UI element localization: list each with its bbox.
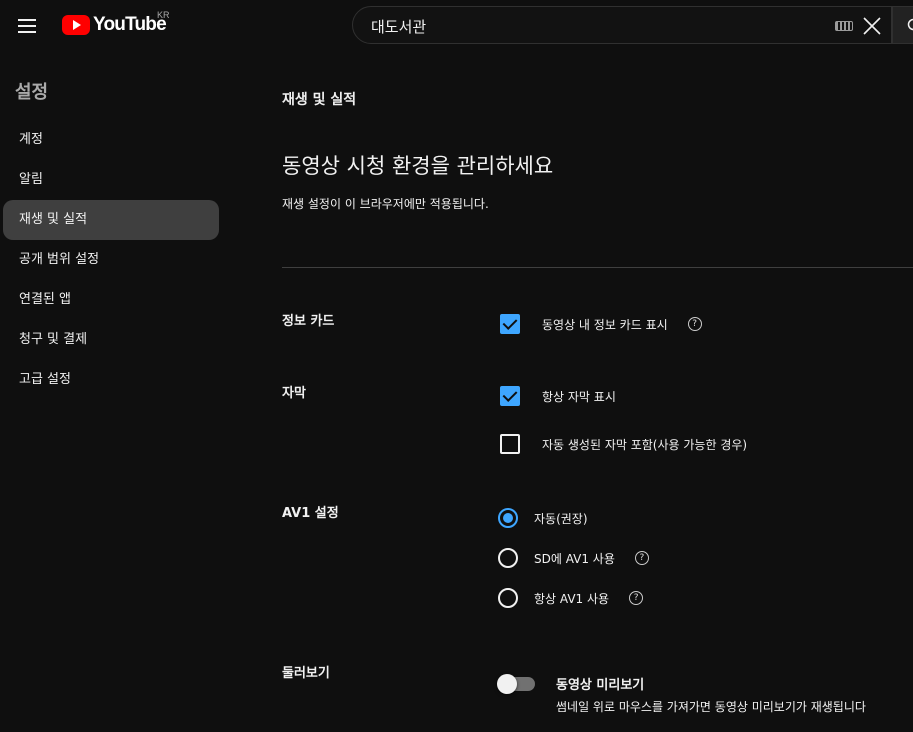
sidebar-item-billing[interactable]: 청구 및 결제 — [3, 320, 219, 360]
search-input[interactable] — [369, 7, 823, 45]
captions-label: 자막 — [282, 386, 306, 401]
region-code: KR — [157, 10, 170, 20]
preview-toggle-description: 썸네일 위로 마우스를 가져가면 동영상 미리보기가 재생됩니다 — [556, 700, 866, 714]
sidebar-item-advanced[interactable]: 고급 설정 — [3, 360, 219, 400]
av1-auto-option[interactable]: 자동(권장) — [498, 508, 588, 528]
browse-label: 둘러보기 — [282, 666, 330, 681]
divider — [282, 267, 913, 268]
sidebar-item-connected-apps[interactable]: 연결된 앱 — [3, 280, 219, 320]
av1-auto-label: 자동(권장) — [534, 511, 588, 526]
sidebar-item-account[interactable]: 계정 — [3, 120, 219, 160]
search-button[interactable] — [892, 6, 913, 44]
help-icon[interactable]: ? — [634, 551, 649, 565]
page-subtitle: 재생 설정이 이 브라우저에만 적용됩니다. — [282, 197, 489, 211]
keyboard-icon[interactable] — [835, 21, 853, 31]
auto-captions-checkbox[interactable] — [500, 434, 520, 454]
auto-captions-option[interactable]: 자동 생성된 자막 포함(사용 가능한 경우) — [500, 434, 747, 454]
av1-sd-label: SD에 AV1 사용 — [534, 551, 615, 566]
always-captions-option[interactable]: 항상 자막 표시 — [500, 386, 616, 406]
settings-sidebar: 설정 계정 알림 재생 및 실적 공개 범위 설정 연결된 앱 청구 및 결제 … — [0, 52, 230, 732]
sidebar-item-notifications[interactable]: 알림 — [3, 160, 219, 200]
youtube-play-icon — [62, 15, 90, 35]
section-header: 재생 및 실적 — [282, 92, 357, 108]
close-icon[interactable] — [861, 15, 883, 37]
search-icon — [907, 18, 913, 31]
av1-auto-radio[interactable] — [498, 508, 518, 528]
info-cards-option[interactable]: 동영상 내 정보 카드 표시 ? — [500, 314, 702, 334]
settings-main: 재생 및 실적 동영상 시청 환경을 관리하세요 재생 설정이 이 브라우저에만… — [282, 52, 913, 732]
always-captions-label: 항상 자막 표시 — [542, 389, 616, 404]
preview-toggle-title: 동영상 미리보기 — [556, 678, 645, 693]
info-cards-label: 정보 카드 — [282, 314, 335, 329]
page-title: 동영상 시청 환경을 관리하세요 — [282, 154, 554, 178]
info-cards-option-label: 동영상 내 정보 카드 표시 — [542, 317, 668, 332]
info-cards-checkbox[interactable] — [500, 314, 520, 334]
av1-always-label: 항상 AV1 사용 — [534, 591, 610, 606]
sidebar-item-playback[interactable]: 재생 및 실적 — [3, 200, 219, 240]
hamburger-menu-icon[interactable] — [8, 8, 46, 44]
av1-sd-radio[interactable] — [498, 548, 518, 568]
always-captions-checkbox[interactable] — [500, 386, 520, 406]
av1-always-option[interactable]: 항상 AV1 사용 ? — [498, 588, 644, 608]
youtube-logo[interactable]: YouTube — [62, 14, 167, 36]
top-bar: YouTube KR — [0, 0, 913, 52]
logo-text: YouTube — [93, 14, 167, 35]
preview-toggle[interactable] — [497, 674, 535, 694]
av1-always-radio[interactable] — [498, 588, 518, 608]
search-box — [352, 6, 892, 45]
toggle-knob — [497, 674, 517, 694]
help-icon[interactable]: ? — [687, 317, 702, 331]
sidebar-item-privacy[interactable]: 공개 범위 설정 — [3, 240, 219, 280]
auto-captions-label: 자동 생성된 자막 포함(사용 가능한 경우) — [542, 437, 748, 452]
av1-sd-option[interactable]: SD에 AV1 사용 ? — [498, 548, 649, 568]
av1-label: AV1 설정 — [282, 506, 339, 521]
help-icon[interactable]: ? — [629, 591, 644, 605]
sidebar-title: 설정 — [15, 82, 49, 103]
